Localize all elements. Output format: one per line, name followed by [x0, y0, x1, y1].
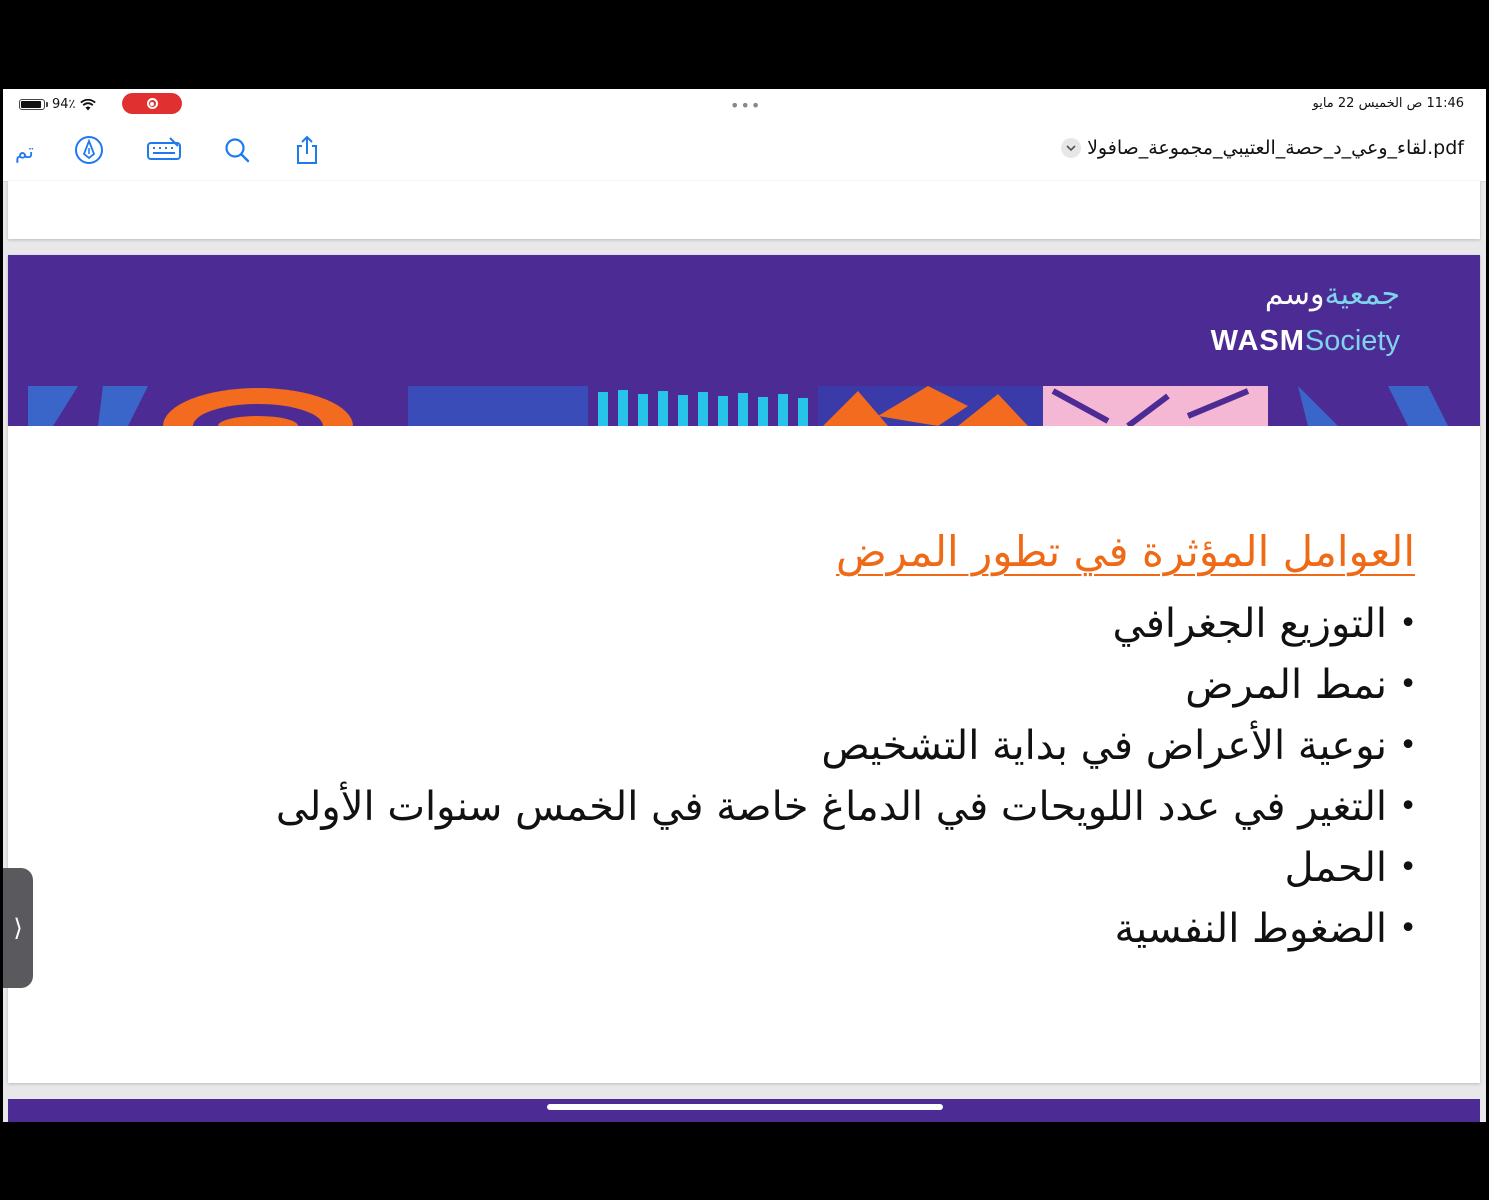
document-filename: لقاء_وعي_د_حصة_العتيبي_مجموعة_صافولا.pdf — [1087, 137, 1464, 159]
document-title[interactable]: لقاء_وعي_د_حصة_العتيبي_مجموعة_صافولا.pdf — [1061, 137, 1464, 159]
list-item: الضغوط النفسية — [237, 900, 1417, 958]
list-item: الحمل — [237, 839, 1417, 897]
chevron-right-icon: ⟩ — [13, 914, 23, 942]
sidebar-toggle-handle[interactable]: ⟩ — [3, 868, 33, 988]
logo-english: WASM Society — [1210, 325, 1400, 357]
logo-arabic: جمعيةوسم — [1264, 277, 1400, 312]
pdf-page-next — [8, 1099, 1480, 1122]
battery-indicator: 94٪ — [19, 97, 96, 112]
list-item: نوعية الأعراض في بداية التشخيص — [237, 717, 1417, 775]
ipad-screen: 94٪ ••• 11:46 ص الخميس 22 مايو تم لقاء_و… — [3, 89, 1486, 1122]
pdf-page-slide: جمعيةوسم WASM Society العوامل المؤثرة في… — [8, 255, 1480, 1083]
search-icon[interactable] — [221, 134, 253, 166]
slide-banner: جمعيةوسم WASM Society — [8, 255, 1480, 426]
slide-heading: العوامل المؤثرة في تطور المرض — [835, 527, 1415, 576]
list-item: التوزيع الجغرافي — [237, 595, 1417, 653]
slide-bullet-list: التوزيع الجغرافي نمط المرض نوعية الأعراض… — [237, 595, 1417, 961]
markup-icon[interactable] — [73, 134, 105, 166]
bottom-letterbox — [0, 1122, 1489, 1200]
pdf-page-previous — [8, 181, 1480, 239]
wifi-icon — [79, 98, 96, 110]
battery-icon — [19, 99, 45, 110]
banner-pattern — [8, 386, 1480, 426]
share-icon[interactable] — [291, 134, 323, 166]
pdf-toolbar: تم لقاء_وعي_د_حصة_العتيبي_مجموعة_صافولا.… — [3, 119, 1486, 182]
home-indicator[interactable] — [547, 1104, 943, 1110]
list-item: التغير في عدد اللويحات في الدماغ خاصة في… — [237, 778, 1417, 836]
status-bar: 94٪ ••• 11:46 ص الخميس 22 مايو — [3, 89, 1486, 119]
battery-percent: 94٪ — [52, 97, 76, 112]
list-item: نمط المرض — [237, 656, 1417, 714]
screen-recording-indicator[interactable] — [122, 93, 182, 114]
keyboard-icon[interactable] — [145, 134, 183, 166]
record-icon — [146, 98, 158, 109]
status-time-date: 11:46 ص الخميس 22 مايو — [1312, 96, 1465, 111]
multitasking-dots[interactable]: ••• — [730, 96, 761, 115]
chevron-down-icon[interactable] — [1061, 138, 1082, 158]
done-button[interactable]: تم — [15, 139, 34, 163]
